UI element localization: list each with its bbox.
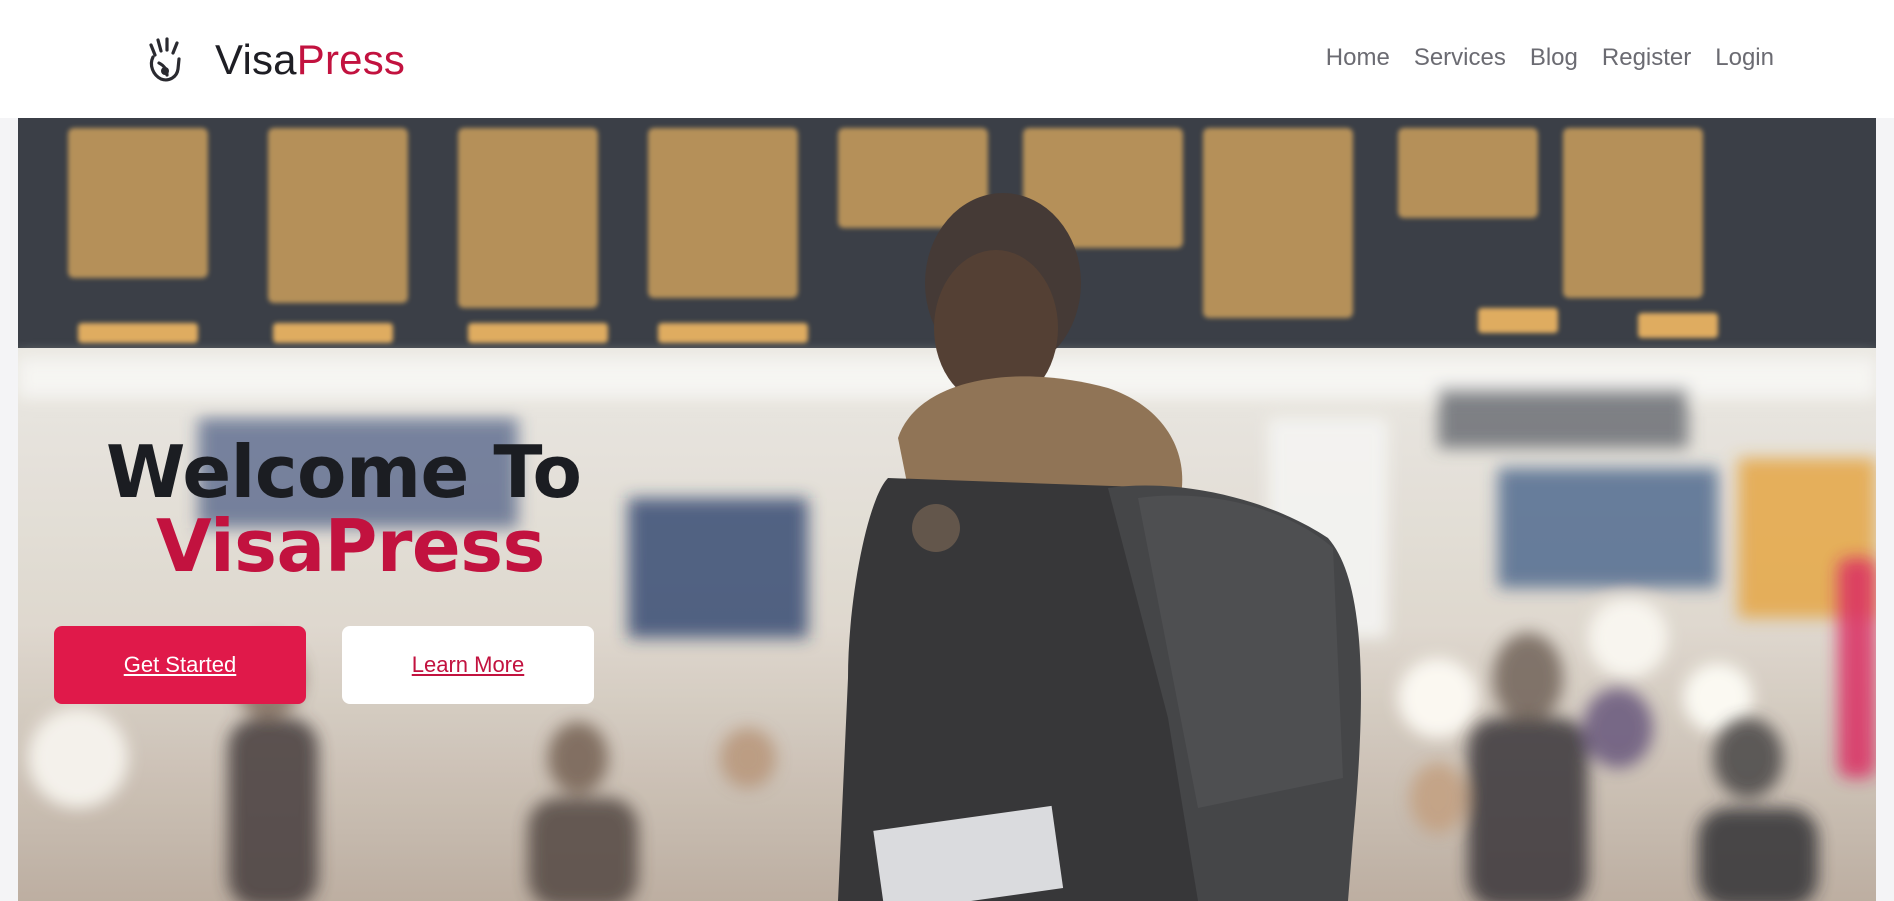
top-navbar: VisaPress Home Services Blog Register Lo… [0,0,1894,118]
nav-login[interactable]: Login [1715,44,1774,72]
nav-services[interactable]: Services [1414,44,1506,72]
nav-blog[interactable]: Blog [1530,44,1578,72]
hero-heading: Welcome To VisaPress [106,430,582,588]
brand-name-part2: Press [296,36,406,83]
get-started-button[interactable]: Get Started [54,626,306,704]
learn-more-button[interactable]: Learn More [342,626,594,704]
brand-logo[interactable]: VisaPress [145,30,405,90]
hero-heading-line2: VisaPress [156,504,545,588]
main-nav: Home Services Blog Register Login [1302,44,1774,72]
hand-wave-icon [145,35,187,85]
hero-section: Welcome To VisaPress Get Started Learn M… [18,118,1876,901]
nav-register[interactable]: Register [1602,44,1691,72]
brand-name: VisaPress [215,36,405,84]
hero-heading-line1: Welcome To [106,430,582,514]
brand-name-part1: Visa [215,36,297,83]
nav-home[interactable]: Home [1326,44,1390,72]
